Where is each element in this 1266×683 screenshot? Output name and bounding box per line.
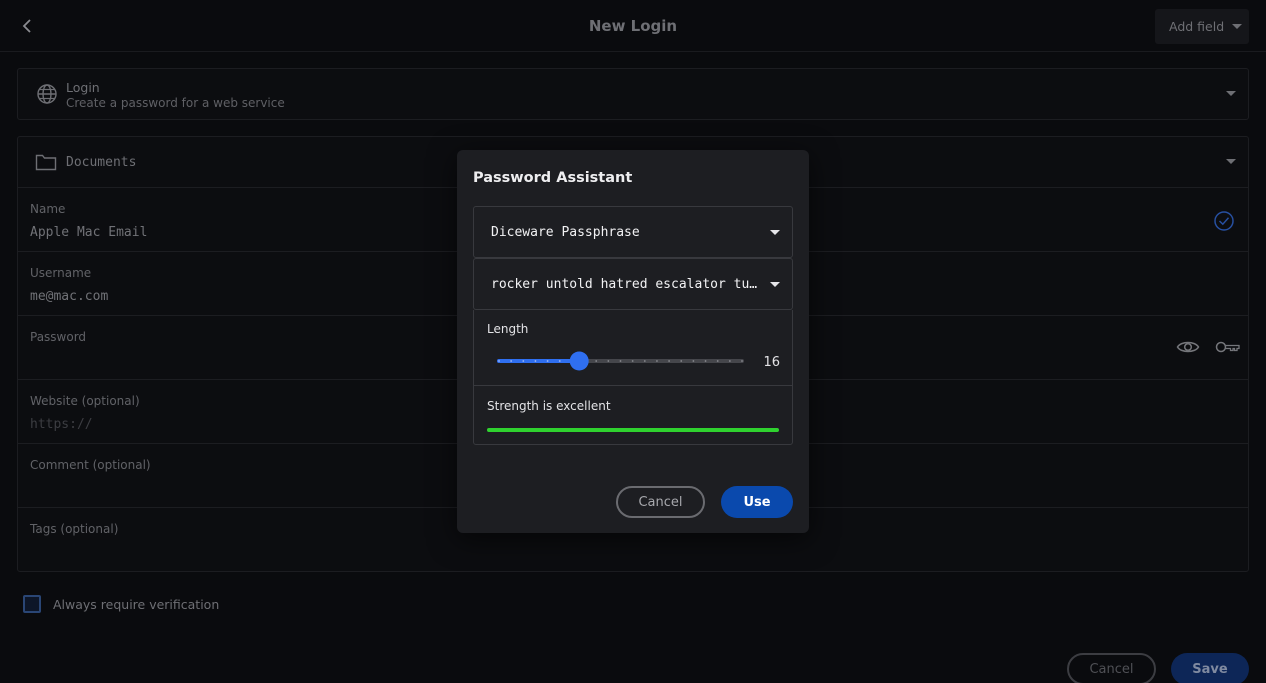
top-bar: New Login Add field (0, 0, 1266, 52)
slider-tick (522, 360, 525, 362)
strength-label: Strength is excellent (487, 399, 611, 413)
cancel-button[interactable]: Cancel (1067, 653, 1156, 683)
caret-down-icon (770, 282, 780, 287)
caret-down-icon (1232, 24, 1243, 29)
name-value[interactable]: Apple Mac Email (30, 225, 147, 240)
verification-checkbox[interactable] (23, 595, 41, 613)
page-title: New Login (588, 17, 678, 35)
slider-tick (692, 360, 695, 362)
verification-toggle[interactable]: Always require verification (23, 595, 219, 613)
slider-tick (558, 360, 561, 362)
dialog-title: Password Assistant (473, 170, 633, 186)
slider-tick (546, 360, 549, 362)
add-field-label: Add field (1169, 19, 1225, 34)
username-label: Username (30, 266, 92, 280)
slider-tick (631, 360, 634, 362)
generator-type-select[interactable]: Diceware Passphrase (473, 206, 793, 258)
length-section: Length 16 (473, 310, 793, 386)
slider-tick (656, 360, 658, 362)
key-icon[interactable] (1215, 340, 1241, 354)
website-label: Website (optional) (30, 394, 140, 408)
length-value: 16 (763, 355, 780, 370)
password-assistant-dialog: Password Assistant Diceware Passphrase r… (457, 150, 809, 533)
website-placeholder[interactable]: https:// (30, 417, 93, 432)
use-button[interactable]: Use (721, 486, 793, 518)
caret-down-icon (1226, 91, 1236, 96)
slider-thumb (569, 351, 589, 371)
slider-tick (741, 360, 743, 362)
length-slider[interactable] (497, 348, 744, 374)
slider-tick (643, 360, 646, 362)
eye-icon[interactable] (1176, 338, 1200, 356)
dialog-cancel-button[interactable]: Cancel (616, 486, 705, 518)
slider-tick (728, 360, 731, 362)
add-field-button[interactable]: Add field (1155, 9, 1249, 44)
caret-down-icon (1226, 159, 1236, 164)
verification-label: Always require verification (53, 596, 220, 612)
caret-down-icon (770, 230, 780, 235)
slider-tick (607, 360, 610, 362)
slider-tick (595, 360, 598, 362)
slider-tick (716, 360, 719, 362)
slider-fill (497, 359, 580, 363)
globe-icon (37, 84, 57, 104)
check-circle-icon (1214, 211, 1234, 231)
item-type-selector[interactable]: Login Create a password for a web servic… (17, 68, 1249, 120)
generated-passphrase-value: rocker untold hatred escalator tu… (491, 277, 758, 292)
slider-tick (510, 360, 513, 362)
slider-tick (704, 360, 707, 362)
slider-tick (668, 360, 670, 362)
generated-passphrase-select[interactable]: rocker untold hatred escalator tu… (473, 258, 793, 310)
tags-label: Tags (optional) (30, 522, 119, 536)
slider-tick (498, 360, 500, 362)
save-button[interactable]: Save (1171, 653, 1249, 683)
username-value[interactable]: me@mac.com (30, 289, 108, 304)
name-label: Name (30, 202, 66, 216)
generator-type-value: Diceware Passphrase (491, 225, 640, 240)
folder-icon (35, 154, 57, 171)
folder-label: Documents (66, 155, 137, 170)
strength-meter (487, 428, 779, 432)
password-label: Password (30, 330, 87, 344)
strength-meter-fill (487, 428, 779, 432)
comment-label: Comment (optional) (30, 458, 151, 472)
item-type-title: Login (66, 80, 100, 95)
slider-ticks (498, 360, 743, 362)
length-label: Length (487, 322, 529, 336)
slider-tick (619, 360, 622, 362)
slider-tick (534, 360, 537, 362)
slider-tick (680, 360, 683, 362)
strength-section: Strength is excellent (473, 385, 793, 445)
item-type-subtitle: Create a password for a web service (66, 96, 285, 110)
